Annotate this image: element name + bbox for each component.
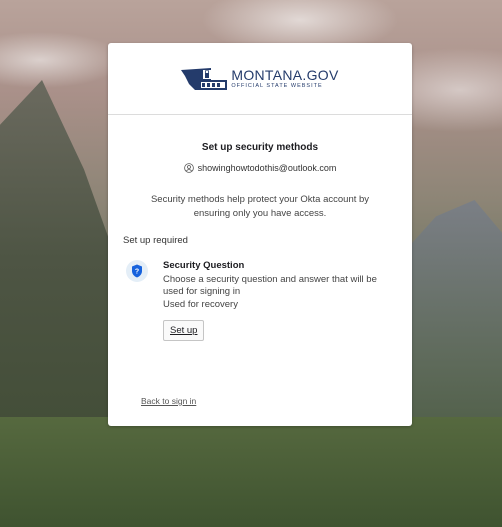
user-email: showinghowtodothis@outlook.com xyxy=(197,163,337,173)
shield-question-icon: ? xyxy=(132,264,142,278)
montana-logo: MONTANA.GOV OFFICIAL STATE WEBSITE xyxy=(181,66,338,92)
card-body: Set up security methods showinghowtodoth… xyxy=(108,142,412,341)
page-title: Set up security methods xyxy=(201,142,319,153)
montana-state-icon xyxy=(181,67,228,90)
authenticator-name: Security Question xyxy=(163,260,245,271)
page-description: Security methods help protect your Okta … xyxy=(150,194,370,219)
authenticator-usage: Used for recovery xyxy=(163,298,238,310)
logo-title: MONTANA.GOV xyxy=(231,66,339,83)
background-valley xyxy=(0,417,502,527)
setup-button[interactable]: Set up xyxy=(163,320,205,341)
logo-subtitle: OFFICIAL STATE WEBSITE xyxy=(231,82,323,89)
authenticator-description: Choose a security question and answer th… xyxy=(163,273,377,298)
signin-card: MONTANA.GOV OFFICIAL STATE WEBSITE Set u… xyxy=(108,43,412,426)
card-header: MONTANA.GOV OFFICIAL STATE WEBSITE xyxy=(108,43,412,115)
svg-text:?: ? xyxy=(135,269,139,276)
back-to-signin-link[interactable]: Back to sign in xyxy=(141,396,196,406)
user-identifier: showinghowtodothis@outlook.com xyxy=(132,163,388,173)
user-icon xyxy=(183,163,194,173)
authenticator-badge: ? xyxy=(126,260,148,282)
authenticator-security-question: ? Security Question Choose a security qu… xyxy=(126,260,388,341)
section-label: Set up required xyxy=(123,235,188,246)
